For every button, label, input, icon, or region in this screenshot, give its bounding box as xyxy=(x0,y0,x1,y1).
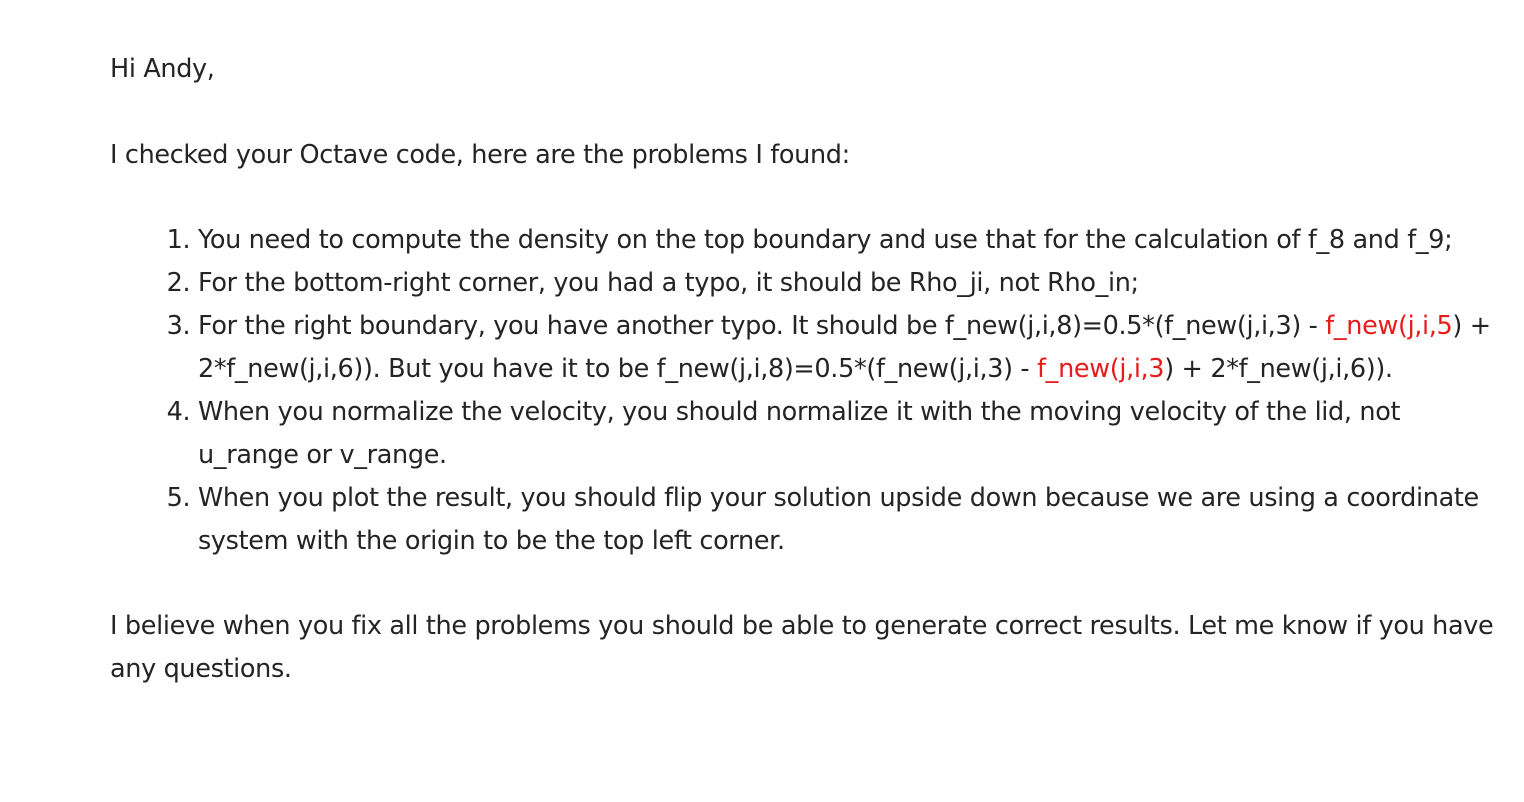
problem-list: You need to compute the density on the t… xyxy=(110,219,1500,563)
list-item-text: For the right boundary, you have another… xyxy=(198,311,1326,341)
list-item-text: You need to compute the density on the t… xyxy=(198,225,1453,255)
list-item-text: ) + 2*f_new(j,i,6)). xyxy=(1164,354,1393,384)
list-item-text: When you normalize the velocity, you sho… xyxy=(198,397,1401,470)
highlighted-code-wrong: f_new(j,i,3 xyxy=(1037,354,1165,384)
list-item: You need to compute the density on the t… xyxy=(198,219,1500,262)
intro-paragraph: I checked your Octave code, here are the… xyxy=(110,140,850,170)
closing-paragraph: I believe when you fix all the problems … xyxy=(110,611,1494,684)
email-body: Hi Andy, I checked your Octave code, her… xyxy=(110,48,1500,691)
list-item: For the right boundary, you have another… xyxy=(198,305,1500,391)
highlighted-code-correct: f_new(j,i,5 xyxy=(1325,311,1453,341)
list-item: For the bottom-right corner, you had a t… xyxy=(198,262,1500,305)
list-item: When you normalize the velocity, you sho… xyxy=(198,391,1500,477)
greeting: Hi Andy, xyxy=(110,54,215,84)
list-item: When you plot the result, you should fli… xyxy=(198,477,1500,563)
list-item-text: When you plot the result, you should fli… xyxy=(198,483,1479,556)
list-item-text: For the bottom-right corner, you had a t… xyxy=(198,268,1139,298)
